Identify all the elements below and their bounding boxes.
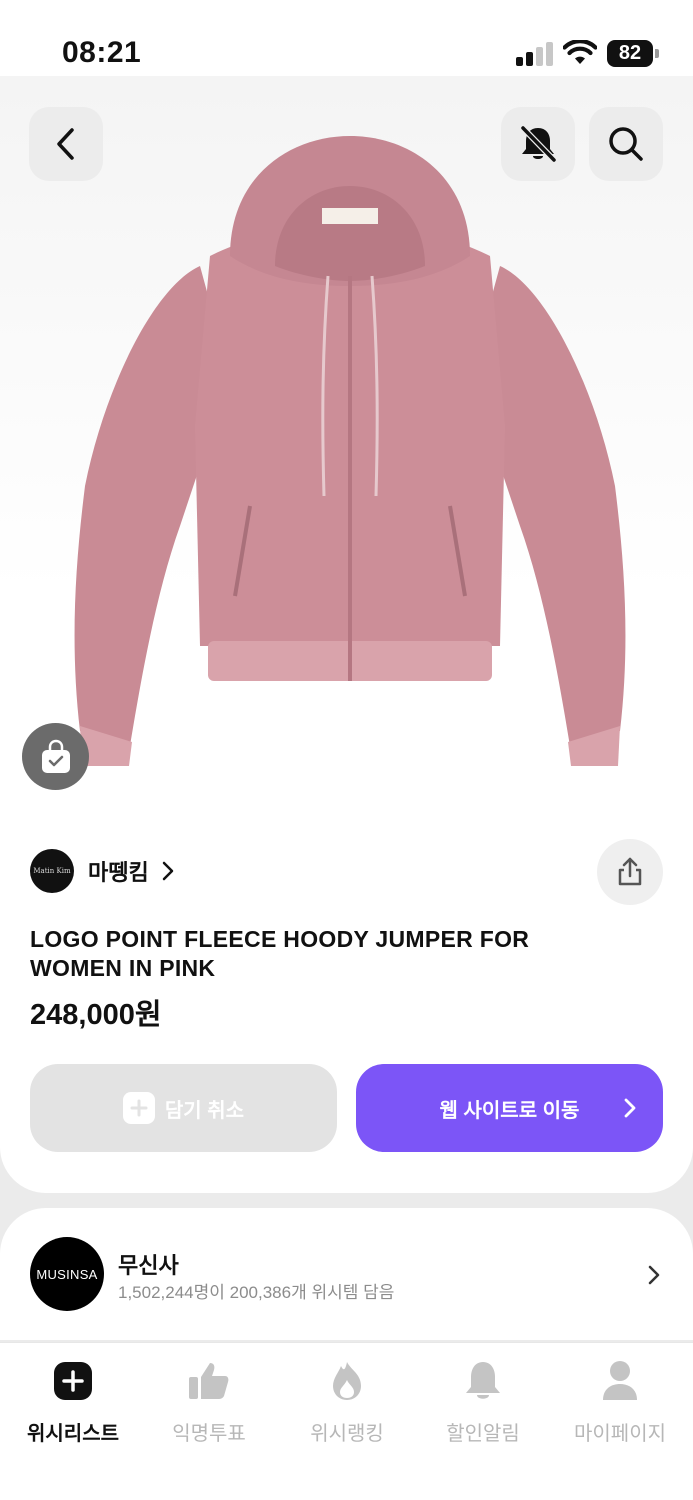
tab-wish-ranking[interactable]: 위시랭킹	[282, 1359, 412, 1446]
product-title: LOGO POINT FLEECE HOODY JUMPER FOR WOMEN…	[30, 926, 530, 981]
share-icon	[618, 857, 642, 886]
store-card[interactable]: MUSINSA 무신사 1,502,244명이 200,386개 위시템 담음	[0, 1208, 693, 1340]
brand-link[interactable]: Matin Kim 마뗑킴	[30, 849, 175, 893]
go-button-label: 웹 사이트로 이동	[439, 1099, 580, 1122]
product-image-area	[0, 76, 693, 813]
product-price: 248,000원	[30, 999, 162, 1031]
cellular-signal-icon	[516, 42, 553, 66]
tab-label: 익명투표	[172, 1423, 246, 1445]
bottom-tab-bar: 위시리스트 익명투표 위시랭킹 할인알림 마이페이지	[0, 1342, 693, 1500]
tab-my-page[interactable]: 마이페이지	[555, 1359, 685, 1446]
remove-button-label: 담기 취소	[164, 1099, 245, 1122]
store-logo: MUSINSA	[30, 1237, 104, 1311]
brand-logo: Matin Kim	[30, 849, 74, 893]
flame-icon	[325, 1359, 369, 1403]
plus-icon	[122, 1092, 155, 1124]
bell-icon	[461, 1359, 505, 1403]
chevron-right-icon	[648, 1265, 660, 1285]
share-button[interactable]	[597, 839, 663, 905]
notification-off-button[interactable]	[501, 107, 575, 181]
tab-label: 마이페이지	[574, 1423, 666, 1445]
tab-sale-alerts[interactable]: 할인알림	[418, 1359, 548, 1446]
chevron-right-icon	[624, 1098, 636, 1118]
store-stats: 1,502,244명이 200,386개 위시템 담음	[118, 1283, 395, 1302]
tab-wishlist[interactable]: 위시리스트	[8, 1359, 138, 1446]
chevron-left-icon	[57, 128, 74, 160]
tab-label: 할인알림	[446, 1423, 520, 1445]
battery-level: 82	[607, 40, 653, 67]
search-icon	[609, 127, 643, 161]
wifi-icon	[563, 40, 597, 64]
back-button[interactable]	[29, 107, 103, 181]
product-image[interactable]	[60, 126, 640, 766]
tab-anonymous-vote[interactable]: 익명투표	[144, 1359, 274, 1446]
shopping-bag-check-button[interactable]	[22, 723, 89, 790]
bell-off-icon	[520, 125, 557, 163]
chevron-right-icon	[162, 861, 173, 881]
status-bar: 08:21 82	[0, 0, 693, 82]
thumbs-up-icon	[187, 1359, 231, 1403]
person-icon	[598, 1359, 642, 1403]
tab-label: 위시리스트	[27, 1423, 119, 1445]
plus-square-icon	[51, 1359, 95, 1403]
tab-label: 위시랭킹	[310, 1423, 384, 1445]
battery-icon: 82	[607, 40, 659, 67]
go-to-website-button[interactable]: 웹 사이트로 이동	[356, 1064, 663, 1152]
brand-name: 마뗑킴	[88, 860, 149, 885]
shopping-bag-check-icon	[41, 739, 70, 773]
status-time: 08:21	[62, 36, 142, 69]
remove-from-wishlist-button[interactable]: 담기 취소	[30, 1064, 337, 1152]
store-name: 무신사	[118, 1253, 179, 1278]
product-info-card: Matin Kim 마뗑킴 LOGO POINT FLEECE HOODY JU…	[0, 813, 693, 1193]
search-button[interactable]	[589, 107, 663, 181]
